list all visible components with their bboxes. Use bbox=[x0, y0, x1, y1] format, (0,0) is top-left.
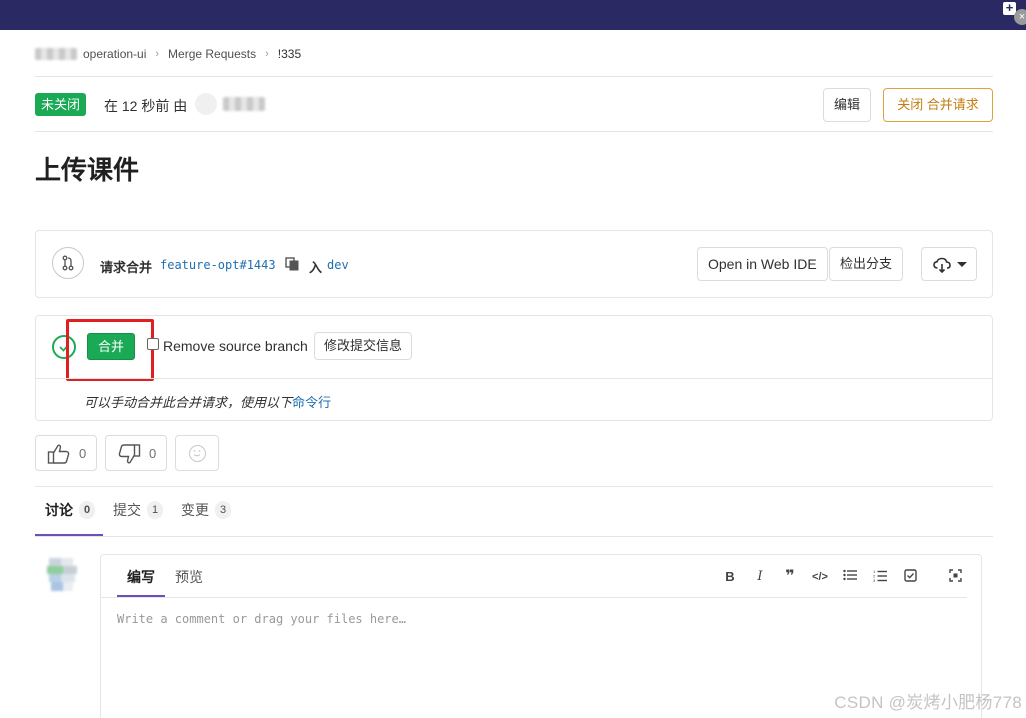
remove-source-branch-checkbox[interactable] bbox=[147, 338, 159, 350]
manual-merge-hint: 可以手动合并此合并请求，使用以下命令行 bbox=[84, 392, 331, 411]
breadcrumb-merge-requests[interactable]: Merge Requests bbox=[168, 47, 256, 61]
thumbs-up-icon bbox=[47, 443, 71, 468]
divider bbox=[35, 486, 993, 487]
checkout-branch-button[interactable]: 检出分支 bbox=[829, 247, 904, 281]
quote-icon[interactable]: ❞ bbox=[782, 569, 798, 585]
annotation-highlight-box bbox=[66, 319, 154, 381]
chevron-right-icon: › bbox=[155, 48, 160, 60]
fullscreen-icon[interactable] bbox=[947, 569, 963, 585]
tab-label: 变更 bbox=[181, 502, 209, 518]
divider bbox=[35, 536, 993, 537]
add-reaction-button[interactable] bbox=[175, 435, 219, 471]
divider bbox=[35, 131, 993, 132]
close-merge-request-button[interactable]: 关闭 合并请求 bbox=[883, 88, 993, 122]
chevron-right-icon: › bbox=[265, 48, 269, 60]
edit-button[interactable]: 编辑 bbox=[823, 88, 872, 122]
code-icon[interactable]: </> bbox=[812, 569, 828, 585]
divider bbox=[36, 378, 992, 379]
merge-widget: 合并 Remove source branch 修改提交信息 可以手动合并此合并… bbox=[35, 315, 993, 421]
write-tab[interactable]: 编写 bbox=[127, 567, 155, 587]
source-branch[interactable]: feature-opt#1443 bbox=[160, 258, 276, 272]
tab-discussion[interactable]: 讨论 0 bbox=[45, 500, 95, 520]
merge-request-icon bbox=[52, 247, 84, 279]
divider bbox=[101, 597, 967, 598]
thumbs-down-count: 0 bbox=[149, 446, 157, 461]
tab-commits[interactable]: 提交 1 bbox=[113, 500, 163, 520]
copy-icon[interactable] bbox=[285, 257, 299, 271]
top-navbar: + × bbox=[0, 0, 1026, 30]
numbered-list-icon[interactable]: 123 bbox=[872, 569, 888, 585]
bold-icon[interactable]: B bbox=[722, 569, 738, 585]
manual-merge-text: 可以手动合并此合并请求，使用以下 bbox=[84, 395, 293, 410]
branch-info-card: 请求合并 feature-opt#1443 入 dev Open in Web … bbox=[35, 230, 993, 298]
request-merge-label: 请求合并 bbox=[100, 260, 153, 275]
command-line-link[interactable]: 命令行 bbox=[292, 395, 331, 410]
thumbs-up-award[interactable]: 0 bbox=[35, 435, 97, 471]
comment-textarea[interactable]: Write a comment or drag your files here… bbox=[117, 612, 406, 626]
cloud-download-icon bbox=[933, 257, 951, 273]
breadcrumb: operation-ui › Merge Requests › !335 bbox=[35, 46, 301, 62]
tab-count: 3 bbox=[215, 501, 231, 519]
mr-status-row: 未关闭 在 12 秒前 由 编辑 关闭 合并请求 bbox=[35, 88, 993, 122]
task-list-icon[interactable] bbox=[902, 569, 918, 585]
page-title: 上传课件 bbox=[35, 155, 140, 185]
thumbs-up-count: 0 bbox=[79, 446, 87, 461]
tab-label: 讨论 bbox=[45, 502, 73, 518]
svg-text:3: 3 bbox=[873, 578, 876, 582]
group-avatar-blurred[interactable] bbox=[35, 48, 77, 60]
opened-text: 在 12 秒前 由 bbox=[104, 98, 188, 114]
active-tab-indicator bbox=[35, 534, 103, 536]
tab-changes[interactable]: 变更 3 bbox=[181, 500, 231, 520]
preview-tab[interactable]: 预览 bbox=[175, 567, 203, 587]
breadcrumb-project[interactable]: operation-ui bbox=[83, 47, 146, 61]
download-dropdown-button[interactable] bbox=[921, 247, 977, 281]
chevron-down-icon bbox=[957, 262, 967, 267]
into-label: 入 bbox=[309, 260, 323, 275]
divider bbox=[35, 76, 993, 77]
bullet-list-icon[interactable] bbox=[842, 569, 858, 585]
thumbs-down-icon bbox=[117, 443, 141, 468]
watermark: CSDN @炭烤小肥杨778 bbox=[834, 693, 1022, 712]
tab-label: 提交 bbox=[113, 502, 141, 518]
author-avatar[interactable] bbox=[195, 93, 217, 115]
tab-count: 0 bbox=[79, 501, 95, 519]
edit-commit-message-button[interactable]: 修改提交信息 bbox=[314, 332, 413, 360]
tab-count: 1 bbox=[147, 501, 163, 519]
italic-icon[interactable]: I bbox=[752, 569, 768, 585]
smiley-icon bbox=[189, 445, 206, 462]
thumbs-down-award[interactable]: 0 bbox=[105, 435, 167, 471]
target-branch[interactable]: dev bbox=[327, 258, 349, 272]
avatar[interactable] bbox=[45, 556, 81, 594]
author-name-blurred[interactable] bbox=[223, 97, 265, 111]
open-web-ide-button[interactable]: Open in Web IDE bbox=[697, 247, 828, 281]
breadcrumb-current[interactable]: !335 bbox=[278, 47, 301, 61]
remove-source-branch-label[interactable]: Remove source branch bbox=[163, 338, 308, 354]
status-badge: 未关闭 bbox=[35, 93, 87, 116]
close-icon[interactable]: × bbox=[1014, 9, 1026, 25]
